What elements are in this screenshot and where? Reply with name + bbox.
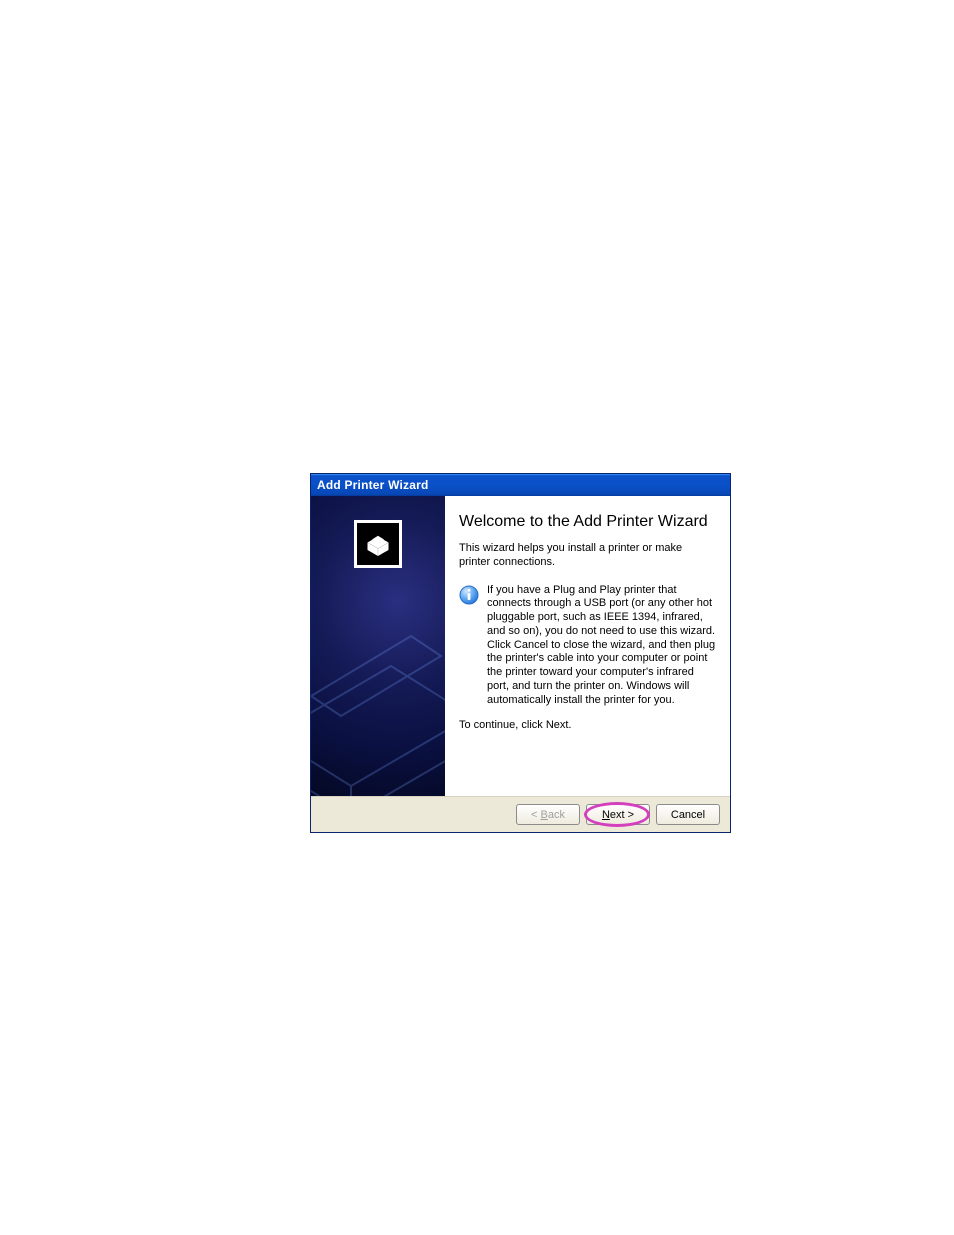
wizard-content: Welcome to the Add Printer Wizard This w… <box>445 496 730 796</box>
wizard-sidebar <box>311 496 445 796</box>
printer-outline-decoration <box>311 566 445 796</box>
wizard-heading: Welcome to the Add Printer Wizard <box>459 512 716 532</box>
titlebar-text: Add Printer Wizard <box>317 478 429 492</box>
back-mnemonic: B <box>541 809 548 821</box>
button-bar: < Back Next > Cancel <box>311 796 730 832</box>
back-button: < Back <box>516 804 580 825</box>
titlebar[interactable]: Add Printer Wizard <box>311 474 730 496</box>
info-icon <box>459 585 481 610</box>
info-text: If you have a Plug and Play printer that… <box>487 584 716 708</box>
back-prefix: < <box>531 809 540 821</box>
wizard-intro: This wizard helps you install a printer … <box>459 542 716 570</box>
next-button[interactable]: Next > <box>586 804 650 825</box>
client-area: Welcome to the Add Printer Wizard This w… <box>311 496 730 796</box>
continue-text: To continue, click Next. <box>459 719 716 733</box>
printer-badge <box>354 520 402 568</box>
next-mnemonic: N <box>602 809 610 821</box>
info-row: If you have a Plug and Play printer that… <box>459 584 716 708</box>
next-rest: ext > <box>610 809 634 821</box>
printer-icon <box>360 526 396 562</box>
add-printer-wizard-window: Add Printer Wizard <box>310 473 731 833</box>
cancel-button[interactable]: Cancel <box>656 804 720 825</box>
back-rest: ack <box>548 809 565 821</box>
cancel-label: Cancel <box>671 809 705 821</box>
